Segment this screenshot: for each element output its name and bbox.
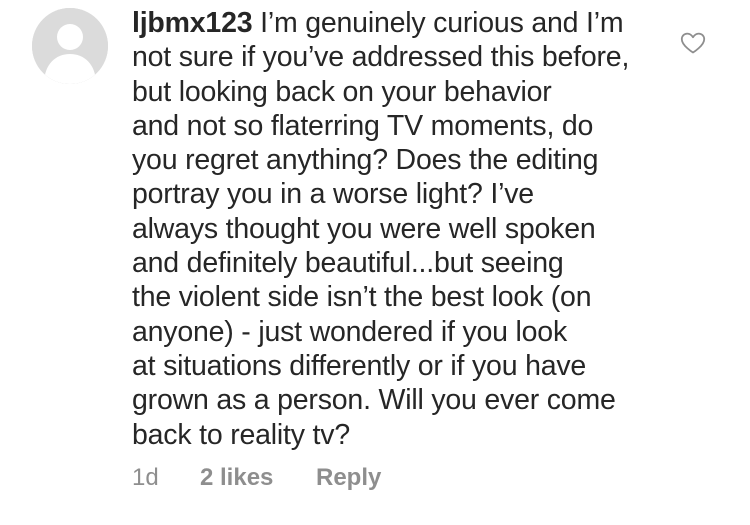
comment-text: I’m genuinely curious and I’m xyxy=(260,7,624,39)
comment-line: at situations differently or if you have xyxy=(132,349,587,382)
user-avatar[interactable] xyxy=(32,8,108,84)
comment-line: and definitely beautiful...but seeing xyxy=(132,247,564,280)
comment-username[interactable]: ljbmx123 xyxy=(132,7,253,39)
comment-line: not sure if you’ve addressed this before… xyxy=(132,41,630,74)
comment-line: grown as a person. Will you ever come xyxy=(132,384,616,417)
comment-line: portray you in a worse light? I’ve xyxy=(132,178,534,211)
comment-line: the violent side isn’t the best look (on xyxy=(132,281,592,314)
comment-meta: 1d 2 likes Reply xyxy=(132,462,381,494)
comment-body: ljbmx123 I’m genuinely curious and I’m n… xyxy=(132,6,652,452)
comment-item: ljbmx123 I’m genuinely curious and I’m n… xyxy=(0,0,750,525)
default-user-avatar-icon xyxy=(32,8,108,84)
comment-line: and not so flaterring TV moments, do xyxy=(132,109,594,142)
likes-count-link[interactable]: 2 likes xyxy=(200,462,316,494)
reply-button[interactable]: Reply xyxy=(316,462,381,494)
comment-line: ljbmx123 I’m genuinely curious and I’m xyxy=(132,6,652,40)
comment-line: anyone) - just wondered if you look xyxy=(132,315,568,348)
heart-outline-icon xyxy=(680,32,706,54)
comment-timestamp: 1d xyxy=(132,464,159,491)
comment-line: always thought you were well spoken xyxy=(132,212,596,245)
comment-line: but looking back on your behavior xyxy=(132,75,552,108)
like-comment-button[interactable] xyxy=(680,32,706,54)
comment-line: back to reality tv? xyxy=(132,418,350,451)
comment-line: you regret anything? Does the editing xyxy=(132,144,599,177)
